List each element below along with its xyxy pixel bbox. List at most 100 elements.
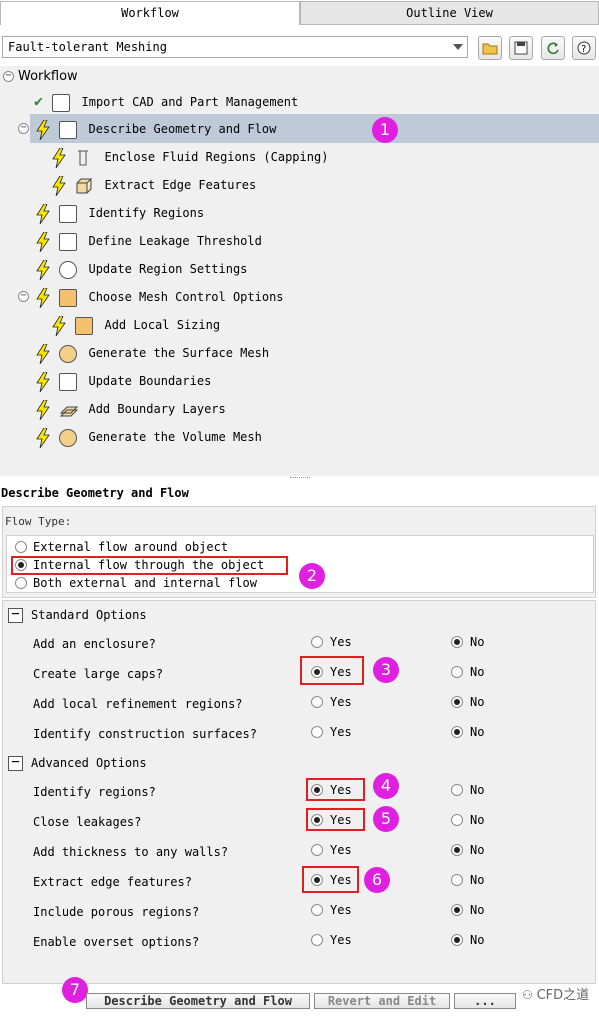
tree-item-enclose-fluid[interactable]: Enclose Fluid Regions (Capping): [52, 144, 328, 170]
tree-item-boundary-layers[interactable]: Add Boundary Layers: [36, 396, 226, 422]
tree-item-import-cad[interactable]: ✔ Import CAD and Part Management: [34, 88, 298, 114]
more-options-button[interactable]: ...: [454, 993, 516, 1009]
flow-option-external-label[interactable]: External flow around object: [33, 540, 228, 554]
overset-yes-label[interactable]: Yes: [330, 933, 352, 947]
construction-surfaces-yes-label[interactable]: Yes: [330, 725, 352, 739]
local-refinement-yes-label[interactable]: Yes: [330, 695, 352, 709]
tree-item-label: Update Boundaries: [88, 374, 212, 388]
highlight-box-close-leakages: [306, 808, 365, 831]
tree-item-label: Add Boundary Layers: [88, 402, 226, 416]
add-enclosure-no-radio[interactable]: [451, 636, 463, 648]
porous-regions-yes-label[interactable]: Yes: [330, 903, 352, 917]
panel-title: Describe Geometry and Flow: [1, 486, 189, 500]
lightning-icon: [36, 287, 50, 308]
question-identify-regions: Identify regions?: [33, 785, 156, 799]
close-leakages-no-label[interactable]: No: [470, 813, 484, 827]
construction-surfaces-yes-radio[interactable]: [311, 726, 323, 738]
flow-type-label: Flow Type:: [5, 515, 72, 528]
lightning-icon: [36, 119, 50, 140]
watermark: ⚇ CFD之道: [522, 984, 589, 1003]
add-enclosure-yes-label[interactable]: Yes: [330, 635, 352, 649]
leakage-icon: [59, 232, 78, 251]
help-icon: ?: [577, 41, 591, 55]
lightning-icon: [36, 231, 50, 252]
question-add-thickness: Add thickness to any walls?: [33, 845, 229, 859]
tree-item-identify-regions[interactable]: Identify Regions: [36, 200, 204, 226]
add-thickness-no-radio[interactable]: [451, 844, 463, 856]
large-caps-no-radio[interactable]: [451, 666, 463, 678]
tab-workflow[interactable]: Workflow: [0, 1, 300, 25]
local-refinement-no-label[interactable]: No: [470, 695, 484, 709]
add-thickness-yes-radio[interactable]: [311, 844, 323, 856]
help-button[interactable]: ?: [572, 36, 596, 60]
tree-item-region-settings[interactable]: Update Region Settings: [36, 256, 247, 282]
collapse-workflow-icon[interactable]: −: [3, 71, 14, 82]
overset-yes-radio[interactable]: [311, 934, 323, 946]
extract-edge-no-radio[interactable]: [451, 874, 463, 886]
close-leakages-no-radio[interactable]: [451, 814, 463, 826]
refresh-button[interactable]: [541, 36, 565, 60]
large-caps-no-label[interactable]: No: [470, 665, 484, 679]
porous-regions-yes-radio[interactable]: [311, 904, 323, 916]
marker-5: 5: [373, 806, 399, 832]
tree-item-label: Define Leakage Threshold: [88, 234, 262, 248]
flow-option-both-radio[interactable]: [15, 577, 27, 589]
tree-item-mesh-control[interactable]: Choose Mesh Control Options: [36, 284, 284, 310]
local-refinement-no-radio[interactable]: [451, 696, 463, 708]
tree-item-local-sizing[interactable]: Add Local Sizing: [52, 312, 220, 338]
tree-item-surface-mesh[interactable]: Generate the Surface Mesh: [36, 340, 269, 366]
standard-options-title: Standard Options: [31, 608, 147, 622]
collapse-describe-icon[interactable]: −: [18, 123, 29, 134]
tree-item-volume-mesh[interactable]: Generate the Volume Mesh: [36, 424, 262, 450]
tree-item-label: Add Local Sizing: [104, 318, 221, 332]
lightning-icon: [52, 147, 66, 168]
lightning-icon: [36, 371, 50, 392]
describe-geometry-button[interactable]: Describe Geometry and Flow: [86, 993, 310, 1009]
construction-surfaces-no-label[interactable]: No: [470, 725, 484, 739]
tree-item-label: Enclose Fluid Regions (Capping): [104, 150, 329, 164]
tree-item-update-boundaries[interactable]: Update Boundaries: [36, 368, 211, 394]
marker-1: 1: [372, 117, 398, 143]
wechat-icon: ⚇: [522, 988, 537, 1002]
refresh-icon: [547, 42, 559, 55]
overset-no-label[interactable]: No: [470, 933, 484, 947]
construction-surfaces-no-radio[interactable]: [451, 726, 463, 738]
marker-2: 2: [299, 563, 325, 589]
question-construction-surfaces: Identify construction surfaces?: [33, 727, 257, 741]
overset-no-radio[interactable]: [451, 934, 463, 946]
splitter-handle[interactable]: [290, 477, 310, 481]
tree-root[interactable]: Workflow: [18, 64, 78, 90]
flow-option-both-label[interactable]: Both external and internal flow: [33, 576, 257, 590]
tree-item-label: Describe Geometry and Flow: [88, 122, 277, 136]
tree-item-extract-edge[interactable]: Extract Edge Features: [52, 172, 256, 198]
standard-options-toggle[interactable]: −: [8, 607, 23, 623]
open-button[interactable]: [478, 36, 502, 60]
mesh-control-icon: [59, 288, 78, 307]
geometry-icon: [59, 120, 78, 139]
tree-item-leakage-threshold[interactable]: Define Leakage Threshold: [36, 228, 262, 254]
chevron-down-icon[interactable]: [453, 44, 463, 50]
edge-features-icon: [75, 177, 93, 195]
add-enclosure-yes-radio[interactable]: [311, 636, 323, 648]
porous-regions-no-label[interactable]: No: [470, 903, 484, 917]
question-local-refinement: Add local refinement regions?: [33, 697, 243, 711]
add-thickness-no-label[interactable]: No: [470, 843, 484, 857]
extract-edge-no-label[interactable]: No: [470, 873, 484, 887]
collapse-mesh-control-icon[interactable]: −: [18, 291, 29, 302]
flow-option-external-radio[interactable]: [15, 541, 27, 553]
porous-regions-no-radio[interactable]: [451, 904, 463, 916]
identify-regions-no-label[interactable]: No: [470, 783, 484, 797]
add-enclosure-no-label[interactable]: No: [470, 635, 484, 649]
add-thickness-yes-label[interactable]: Yes: [330, 843, 352, 857]
advanced-options-toggle[interactable]: −: [8, 755, 23, 771]
highlight-box-extract-edge: [302, 866, 359, 893]
revert-and-edit-button[interactable]: Revert and Edit: [314, 993, 450, 1009]
lightning-icon: [36, 203, 50, 224]
highlight-box-identify-regions: [306, 778, 365, 801]
save-button[interactable]: [509, 36, 533, 60]
tree-item-describe-geometry[interactable]: Describe Geometry and Flow: [36, 116, 276, 142]
local-refinement-yes-radio[interactable]: [311, 696, 323, 708]
workflow-select[interactable]: Fault-tolerant Meshing: [2, 36, 468, 58]
identify-regions-no-radio[interactable]: [451, 784, 463, 796]
tab-outline-view[interactable]: Outline View: [300, 1, 599, 25]
